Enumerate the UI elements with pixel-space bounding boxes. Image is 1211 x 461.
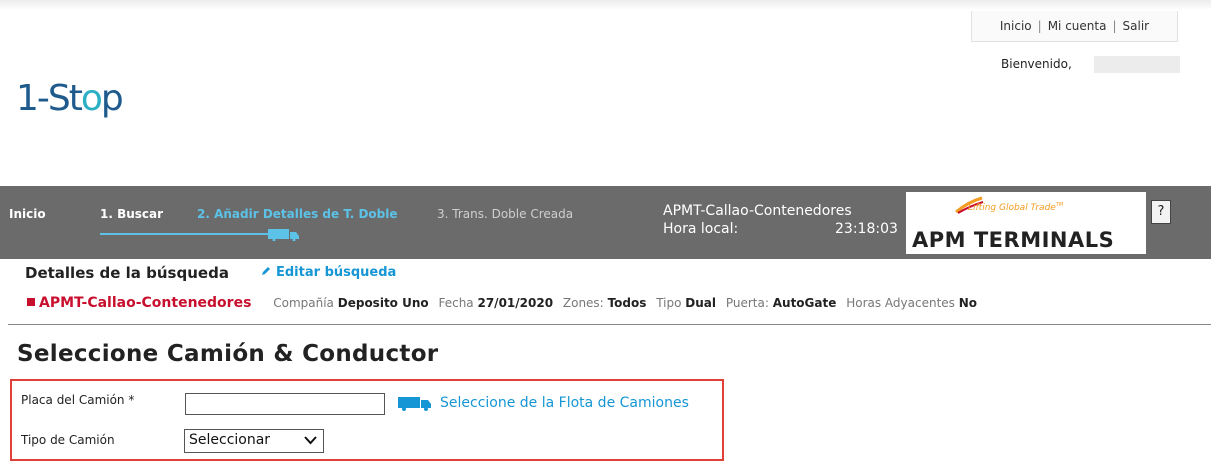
summary-type-label: Tipo	[656, 296, 682, 310]
summary-gate-value: AutoGate	[772, 296, 837, 310]
welcome-text: Bienvenido,	[1001, 57, 1072, 71]
terminal-name: APMT-Callao-Contenedores	[663, 203, 852, 219]
truck-progress-icon	[268, 229, 299, 241]
apm-tagline-text: Lifting Global Trade	[968, 203, 1056, 213]
user-name-redacted	[1094, 56, 1180, 73]
link-separator: |	[1037, 19, 1042, 33]
apm-tagline: Lifting Global TradeTM	[968, 202, 1063, 213]
summary-terminal: APMT-Callao-Contenedores	[39, 295, 252, 311]
truck-type-selected: Seleccionar	[189, 432, 271, 448]
nav-step-search[interactable]: 1. Buscar	[100, 207, 163, 221]
account-links: Inicio | Mi cuenta | Salir	[971, 11, 1178, 42]
plate-input[interactable]	[185, 393, 385, 415]
local-time-label: Hora local:	[663, 221, 739, 237]
edit-search-link[interactable]: Editar búsqueda	[260, 265, 396, 280]
local-time-value: 23:18:03	[835, 221, 898, 237]
select-fleet-link[interactable]: Seleccione de la Flota de Camiones	[440, 395, 689, 411]
wizard-navbar: Inicio 1. Buscar 2. Añadir Detalles de T…	[0, 186, 1211, 259]
terminal-marker-icon	[27, 298, 35, 306]
wizard-progress-bar	[100, 233, 272, 235]
summary-type-value: Dual	[685, 296, 717, 310]
truck-type-select[interactable]: Seleccionar	[184, 429, 324, 453]
search-summary: APMT-Callao-Contenedores Compañía Deposi…	[27, 295, 977, 311]
plate-label: Placa del Camión *	[21, 393, 135, 407]
edit-search-label: Editar búsqueda	[276, 265, 397, 280]
section-divider	[8, 324, 1211, 325]
summary-gate-label: Puerta:	[725, 296, 769, 310]
apm-trademark: TM	[1055, 202, 1064, 208]
search-details-heading: Detalles de la búsqueda	[25, 264, 229, 282]
summary-zones-value: Todos	[607, 296, 647, 310]
apm-wordmark: APM TERMINALS	[912, 228, 1115, 252]
summary-company-value: Deposito Uno	[337, 296, 429, 310]
summary-date-label: Fecha	[438, 296, 474, 310]
logo-text-start: 1-St	[16, 78, 83, 119]
pencil-icon	[262, 267, 270, 275]
truck-form-highlight: Placa del Camión * Seleccione de la Flot…	[10, 379, 724, 461]
nav-home[interactable]: Inicio	[9, 207, 46, 221]
chevron-down-icon	[304, 436, 317, 445]
my-account-link[interactable]: Mi cuenta	[1048, 19, 1107, 33]
home-link[interactable]: Inicio	[1000, 19, 1032, 33]
page-title: Seleccione Camión & Conductor	[17, 341, 439, 367]
summary-adjacent-value: No	[958, 296, 978, 310]
link-separator: |	[1112, 19, 1117, 33]
nav-step-created: 3. Trans. Doble Creada	[437, 207, 574, 221]
logout-link[interactable]: Salir	[1123, 19, 1150, 33]
help-icon[interactable]: ?	[1151, 200, 1171, 224]
top-shade	[0, 0, 1211, 10]
logo-text-end: p	[100, 78, 124, 119]
fleet-truck-icon[interactable]	[398, 396, 432, 411]
summary-zones-label: Zones:	[562, 296, 604, 310]
apm-terminals-logo: Lifting Global TradeTM APM TERMINALS	[906, 192, 1146, 254]
summary-adjacent-label: Horas Adyacentes	[846, 296, 955, 310]
summary-date-value: 27/01/2020	[477, 296, 554, 310]
nav-step-add-details[interactable]: 2. Añadir Detalles de T. Doble	[197, 207, 397, 221]
logo-o-icon: o	[80, 78, 103, 119]
truck-type-label: Tipo de Camión	[21, 433, 115, 447]
summary-company-label: Compañía	[273, 296, 334, 310]
onestop-logo[interactable]: 1-Stop	[16, 78, 124, 119]
